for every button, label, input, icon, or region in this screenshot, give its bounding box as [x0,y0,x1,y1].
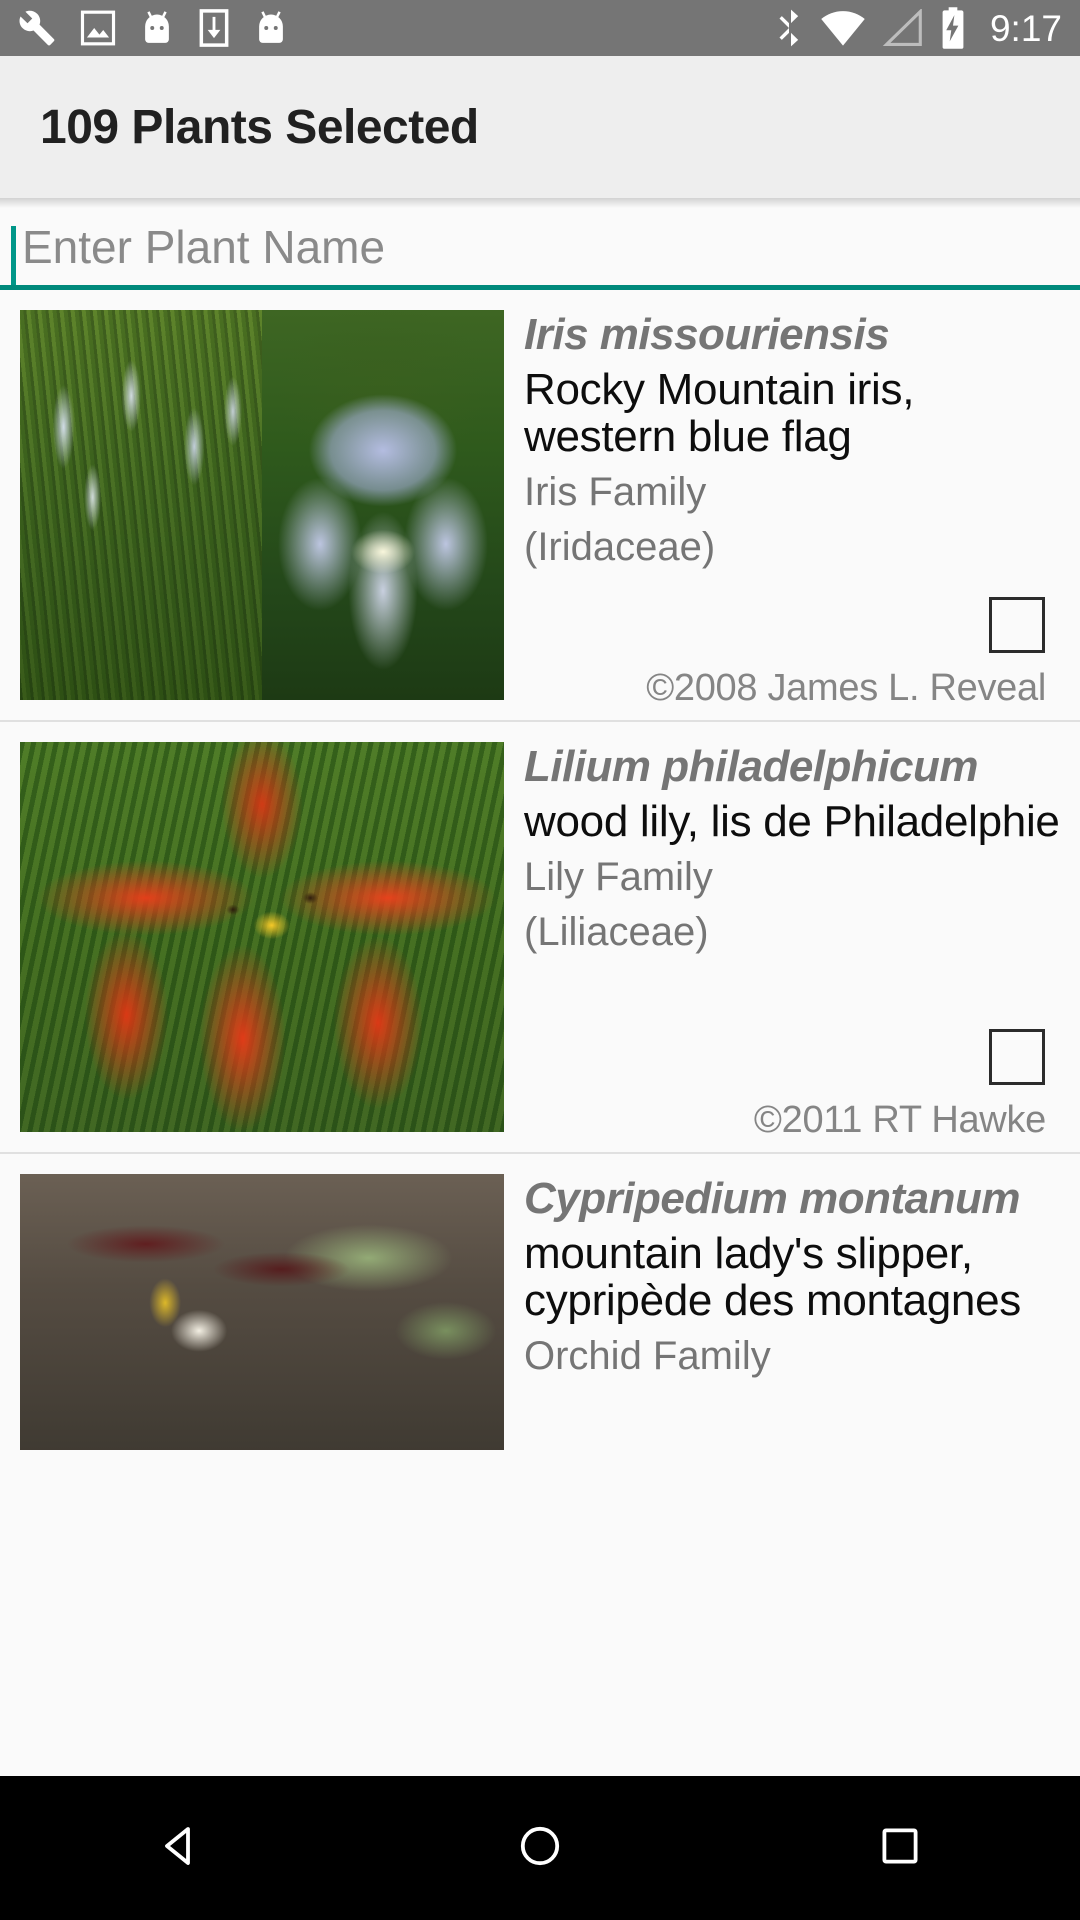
text-cursor [11,226,16,288]
app-bar: 109 Plants Selected [0,56,1080,198]
battery-charging-icon [940,7,966,49]
row-details: Iris missouriensis Rocky Mountain iris, … [504,290,1080,709]
search-field[interactable]: Enter Plant Name [0,208,1080,290]
plant-photo[interactable] [262,310,504,700]
status-bar-right-icons: 9:17 [776,7,1062,49]
scientific-name: Lilium philadelphicum [524,742,978,791]
scientific-name: Cypripedium montanum [524,1174,1021,1223]
image-icon [80,9,116,47]
common-names: wood lily, lis de Philadelphie [524,797,1060,847]
table-row[interactable]: Cypripedium montanum mountain lady's sli… [0,1154,1080,1450]
android-head-icon [254,9,288,47]
row-thumbnails[interactable] [20,742,504,1132]
status-bar-clock: 9:17 [989,7,1062,49]
row-thumbnails[interactable] [20,310,504,700]
common-names: mountain lady's slipper, cypripède des m… [524,1229,1021,1326]
android-head-icon [140,9,174,47]
system-navigation-bar [0,1776,1080,1920]
page-title: 109 Plants Selected [40,100,479,154]
family-name: Lily Family [524,855,713,900]
status-bar-left-icons [18,9,776,47]
table-row[interactable]: Iris missouriensis Rocky Mountain iris, … [0,290,1080,722]
photo-credit: ©2011 RT Hawke [753,1099,1046,1141]
table-row[interactable]: Lilium philadelphicum wood lily, lis de … [0,722,1080,1154]
plant-photo[interactable] [20,742,504,1132]
row-details: Cypripedium montanum mountain lady's sli… [504,1154,1080,1379]
scientific-name: Iris missouriensis [524,310,890,359]
family-latin-name: (Liliaceae) [524,910,709,955]
common-names: Rocky Mountain iris, western blue flag [524,365,915,462]
select-checkbox[interactable] [989,597,1045,653]
select-checkbox[interactable] [989,1029,1045,1085]
family-latin-name: (Iridaceae) [524,525,716,570]
back-button[interactable] [90,1776,270,1920]
recents-button[interactable] [810,1776,990,1920]
row-thumbnails[interactable] [20,1174,504,1450]
family-name: Orchid Family [524,1334,771,1379]
search-input-placeholder[interactable]: Enter Plant Name [22,224,385,274]
plant-list[interactable]: Iris missouriensis Rocky Mountain iris, … [0,290,1080,1450]
bluetooth-icon [776,8,804,48]
home-circle-icon [516,1822,564,1875]
wifi-icon [820,9,866,47]
download-icon [198,9,230,47]
home-button[interactable] [450,1776,630,1920]
plant-photo[interactable] [20,1174,504,1450]
recents-square-icon [876,1822,924,1875]
photo-credit: ©2008 James L. Reveal [646,667,1046,709]
status-bar: 9:17 [0,0,1080,56]
app-bar-shadow [0,198,1080,208]
row-details: Lilium philadelphicum wood lily, lis de … [504,722,1080,1141]
wrench-icon [18,9,56,47]
cell-signal-empty-icon [882,9,924,47]
plant-photo[interactable] [20,310,262,700]
back-triangle-icon [156,1822,204,1875]
family-name: Iris Family [524,470,707,515]
